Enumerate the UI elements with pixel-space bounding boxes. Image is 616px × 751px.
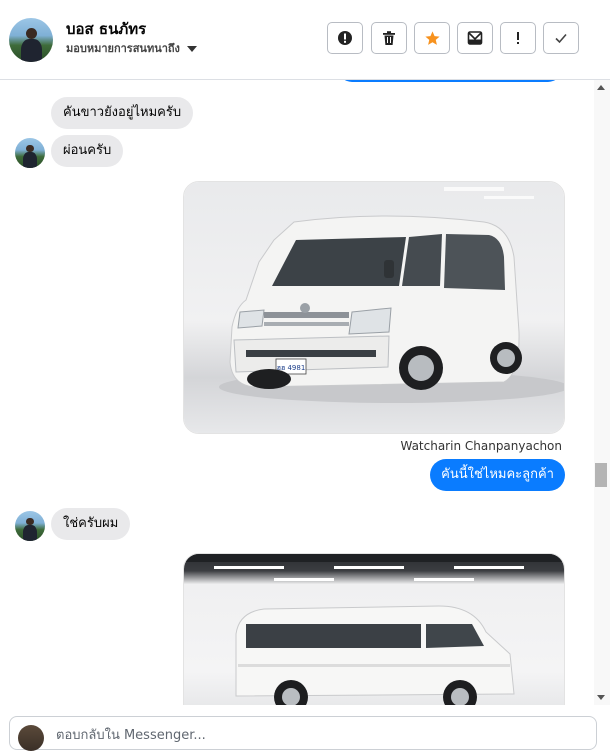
message-list[interactable]: คันขาวยังอยู่ไหมครับ ผ่อนครับ ฮฮ 4981 Wa… [0,80,594,705]
star-icon [424,30,440,45]
mark-spam-button[interactable] [327,22,363,54]
reply-input[interactable] [54,727,558,744]
van-photo-front: ฮฮ 4981 [219,187,564,403]
reply-composer[interactable] [9,716,597,751]
previous-outgoing-bubble [338,80,562,82]
contact-avatar-small[interactable] [15,511,45,541]
scroll-up-icon[interactable] [597,85,605,90]
assign-label: มอบหมายการสนทนาถึง [66,42,180,55]
photo-attachment[interactable] [183,553,565,705]
assign-conversation-dropdown[interactable]: มอบหมายการสนทนาถึง [66,39,197,57]
trash-icon [383,31,395,45]
photo-attachment[interactable]: ฮฮ 4981 [183,181,565,434]
scroll-down-icon[interactable] [597,695,605,700]
star-button[interactable] [414,22,450,54]
page-avatar [18,725,44,751]
done-check-icon [555,33,567,44]
incoming-message[interactable]: ผ่อนครับ [51,135,124,167]
van-photo-side [184,554,564,705]
follow-up-button[interactable] [500,22,536,54]
sender-name: Watcharin Chanpanyachon [400,439,562,453]
message-scrollbar[interactable] [594,80,610,705]
caret-down-icon [186,46,197,52]
spam-icon [338,31,352,45]
archive-icon [467,31,483,45]
contact-avatar-small[interactable] [15,138,45,168]
outgoing-message[interactable]: คันนี้ใช่ไหมคะลูกค้า [430,459,565,491]
conversation-header: บอส ธนภัทร มอบหมายการสนทนาถึง [0,0,610,80]
contact-name[interactable]: บอส ธนภัทร [66,17,146,41]
delete-button[interactable] [371,22,407,54]
incoming-message[interactable]: คันขาวยังอยู่ไหมครับ [51,97,194,129]
contact-avatar[interactable] [9,18,53,62]
archive-button[interactable] [457,22,493,54]
mark-done-button[interactable] [543,22,579,54]
scrollbar-thumb[interactable] [595,463,607,487]
incoming-message[interactable]: ใช่ครับผม [51,508,131,540]
follow-up-icon [517,32,519,44]
